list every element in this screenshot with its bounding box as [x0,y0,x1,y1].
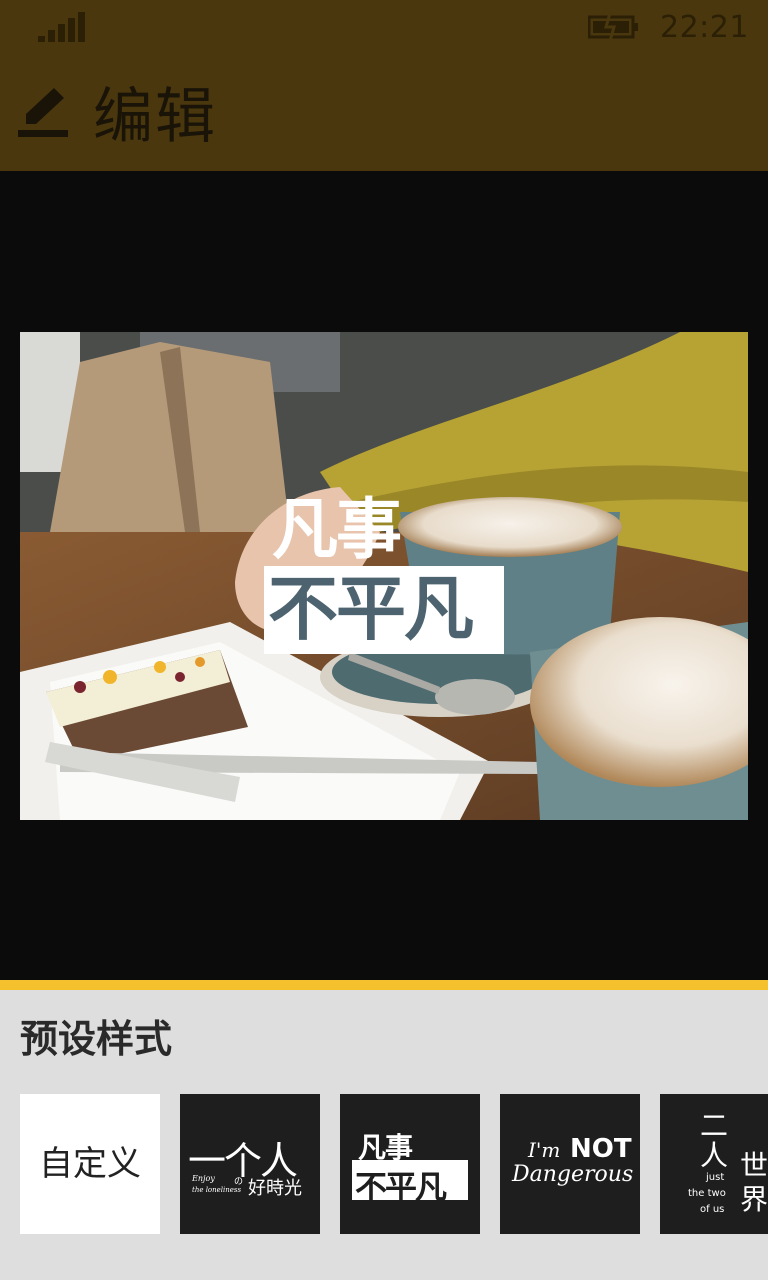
preset-yigeren[interactable]: 一个人 Enjoy the loneliness の 好時光 [180,1094,320,1234]
preset-yigeren-en2: the loneliness [192,1186,242,1194]
preset-custom-label: 自定义 [39,1144,141,1184]
preset-er-a2: 人 [700,1139,729,1172]
overlay-text-line2: 不平凡 [268,568,474,650]
preset-nd-dangerous: Dangerous [512,1162,634,1187]
preset-er-en1: just [706,1172,725,1183]
edit-pencil-icon [18,88,68,137]
preset-styles-panel: 预设样式 自定义 一个人 Enjoy the loneliness の 好時光 … [0,990,768,1280]
preset-not-dangerous[interactable]: I'm NOT Dangerous [500,1094,640,1234]
preset-fanshi-box: 不平凡 [352,1160,468,1206]
preset-yigeren-sub: 好時光 [248,1178,302,1199]
panel-title: 预设样式 [20,1017,173,1061]
preset-nd-im: I'm [528,1138,561,1162]
overlay-text-line1[interactable]: 凡事 [272,497,402,563]
app-header: 编辑 [0,56,768,171]
preset-fanshi[interactable]: 凡事 不平凡 [340,1094,480,1234]
status-bar: 22:21 [0,0,768,56]
preset-custom[interactable]: 自定义 [20,1094,160,1234]
preset-erren-shijie[interactable]: 二 人 just the two of us 世 界 [660,1094,768,1234]
preset-er-en2: the two [688,1188,726,1199]
overlay-text-box[interactable]: 不平凡 [264,566,504,654]
preset-er-b2: 界 [740,1183,768,1216]
battery-charging-icon [588,13,638,41]
status-clock: 22:21 [660,10,749,45]
preset-yigeren-no: の [234,1177,244,1187]
panel-accent-divider [0,980,768,990]
preset-fanshi-line2: 不平凡 [355,1168,447,1206]
edited-photo[interactable]: 凡事 不平凡 [20,332,748,820]
editor-canvas[interactable]: 凡事 不平凡 [0,171,768,980]
signal-strength-icon [38,12,85,42]
preset-yigeren-en1: Enjoy [192,1174,215,1183]
preset-er-en3: of us [700,1204,725,1215]
page-title: 编辑 [93,82,217,152]
preset-nd-not: NOT [570,1134,632,1164]
